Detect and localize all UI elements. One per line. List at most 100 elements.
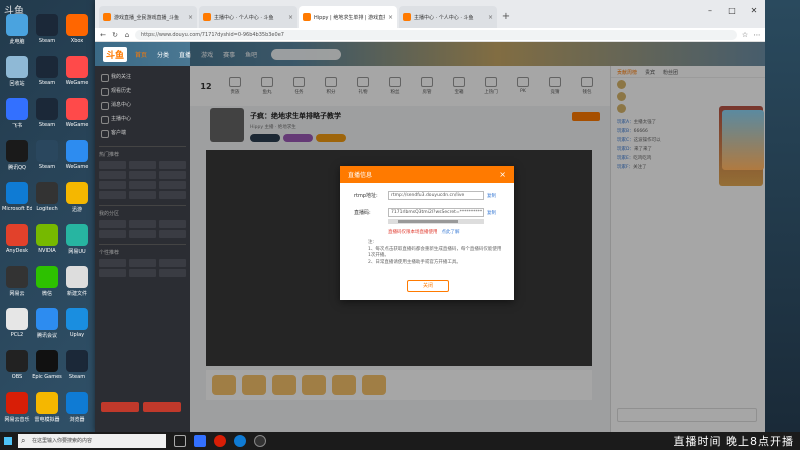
desktop-icon[interactable]: 网易UU <box>62 224 92 255</box>
app-icon <box>36 266 58 288</box>
site-nav-item[interactable]: 首页 <box>135 50 147 59</box>
desktop-icon[interactable]: AnyDesk <box>2 224 32 254</box>
back-icon[interactable]: ← <box>99 31 107 39</box>
desktop-icon-label: 雷电模拟器 <box>34 417 60 423</box>
app-icon <box>36 14 58 36</box>
obs-icon[interactable] <box>254 435 266 447</box>
start-button[interactable] <box>0 432 16 450</box>
window-controls: – □ ✕ <box>699 0 765 28</box>
desktop-icon[interactable]: Microsoft Edge <box>2 182 32 212</box>
site-logo[interactable]: 斗鱼 <box>103 46 128 62</box>
desktop-icon[interactable]: Steam <box>32 98 62 128</box>
help-link[interactable]: 点此了解 <box>442 229 460 235</box>
site-nav-item[interactable]: 分类 <box>157 50 169 59</box>
desktop-icon[interactable]: Logitech <box>32 182 62 212</box>
tab-title: Hippy | 绝地求生单排 | 游戏直播 <box>314 14 385 21</box>
sidebar-item[interactable]: 客户端 <box>99 126 186 140</box>
desktop-icon[interactable]: 飞书 <box>2 98 32 129</box>
tab-close-icon[interactable]: × <box>488 14 493 21</box>
tab-close-icon[interactable]: × <box>388 14 393 21</box>
game-ad[interactable] <box>722 110 764 170</box>
desktop-icon[interactable]: Steam <box>62 350 92 380</box>
desktop-icon[interactable]: 新建文件 <box>62 266 92 297</box>
new-tab-button[interactable]: + <box>499 6 513 28</box>
windows-icon <box>4 437 12 445</box>
app-icon <box>6 224 28 246</box>
desktop-icon-label: 腾讯会议 <box>36 333 57 339</box>
desktop-icon[interactable]: Uplay <box>62 308 92 338</box>
link-row: 直播码仅限本场直播使用 点此了解 <box>388 229 514 235</box>
app-icon <box>6 308 28 330</box>
minimize-icon[interactable]: – <box>699 0 721 28</box>
app-icon <box>36 224 58 246</box>
desktop-icon-label: Steam <box>38 38 56 44</box>
sidebar-btn-b[interactable] <box>143 402 181 412</box>
feishu-icon[interactable] <box>194 435 206 447</box>
app-icon <box>66 392 88 414</box>
desktop-icon-label: Logitech <box>36 206 58 212</box>
sidebar-item[interactable]: 消息中心 <box>99 98 186 112</box>
desktop-icon[interactable]: 迅游 <box>62 182 92 213</box>
desktop-icon-label: 飞书 <box>11 123 22 129</box>
edge-icon[interactable] <box>234 435 246 447</box>
desktop-icon[interactable]: Epic Games <box>32 350 62 380</box>
desktop-icon[interactable]: 微信 <box>32 266 62 297</box>
netease-icon[interactable] <box>214 435 226 447</box>
desktop-icon-label: 新建文件 <box>66 291 87 297</box>
maximize-icon[interactable]: □ <box>721 0 743 28</box>
desktop-icon[interactable]: Steam <box>32 56 62 86</box>
browser-tab[interactable]: 游戏直播_全民游戏直播_斗鱼 × <box>99 6 197 28</box>
tab-close-icon[interactable]: × <box>288 14 293 21</box>
desktop-icon[interactable]: OBS <box>2 350 32 380</box>
warn-link[interactable]: 直播码仅限本场直播使用 <box>388 229 438 235</box>
close-dialog-button[interactable]: 关闭 <box>407 280 449 292</box>
desktop-icon[interactable]: 雷电模拟器 <box>32 392 62 423</box>
desktop-icon[interactable]: WeGame <box>62 98 92 128</box>
desktop-icon[interactable]: 网易云 <box>2 266 32 297</box>
copy-rtmp-button[interactable]: 复制 <box>487 193 496 199</box>
favicon-icon <box>103 13 111 21</box>
field-scrollbar[interactable] <box>388 219 484 224</box>
star-icon[interactable]: ☆ <box>741 31 749 39</box>
app-icon <box>66 308 88 330</box>
sidebar-item[interactable]: 主播中心 <box>99 112 186 126</box>
desktop-icon[interactable]: WeGame <box>62 140 92 170</box>
url-field[interactable]: https://www.douyu.com/7171?dyshid=0-96b4… <box>135 29 737 40</box>
refresh-icon[interactable]: ↻ <box>111 31 119 39</box>
desktop-icon[interactable]: 腾讯会议 <box>32 308 62 339</box>
desktop-icon[interactable]: Steam <box>32 140 62 170</box>
home-icon[interactable]: ⌂ <box>123 31 131 39</box>
menu-icon[interactable]: ⋯ <box>753 31 761 39</box>
browser-tab[interactable]: 主播中心 · 个人中心 · 斗鱼 × <box>199 6 297 28</box>
note-line: 1、每次点击获取直播码都会重新生成直播码，每个直播码仅能使用1次开播。 <box>368 246 502 259</box>
tab-close-icon[interactable]: × <box>188 14 193 21</box>
code-field[interactable]: 7171rlbmsQ3tmi2l?wsSecret=********** <box>388 208 484 217</box>
tab-title: 主播中心 · 个人中心 · 斗鱼 <box>414 14 474 21</box>
desktop-icon-label: 迅游 <box>71 207 82 213</box>
desktop-icon[interactable]: 网易云音乐 <box>2 392 32 423</box>
browser-tab[interactable]: 主播中心 · 个人中心 · 斗鱼 × <box>399 6 497 28</box>
desktop-icon[interactable]: WeGame <box>62 56 92 86</box>
favicon-icon <box>303 13 311 21</box>
app-icon <box>6 182 28 204</box>
tab-bar: 游戏直播_全民游戏直播_斗鱼 × 主播中心 · 个人中心 · 斗鱼 × Hippy | … <box>95 0 765 28</box>
rtmp-field[interactable]: rtmp://sendfu3.douyucdn.cn/live <box>388 191 484 200</box>
app-icon <box>6 98 28 120</box>
desktop-icon[interactable]: Xbox <box>62 14 92 44</box>
desktop-icon[interactable]: NVIDIA <box>32 224 62 254</box>
desktop-icon[interactable]: PCL2 <box>2 308 32 338</box>
desktop-icon[interactable]: 回收站 <box>2 56 32 87</box>
sidebar-btn-a[interactable] <box>101 402 139 412</box>
sidebar-item[interactable]: 我的关注 <box>99 70 186 84</box>
desktop-icon[interactable]: 腾讯QQ <box>2 140 32 171</box>
taskbar-search[interactable]: 在这里输入你要搜索的内容 <box>18 434 166 448</box>
copy-code-button[interactable]: 复制 <box>487 210 496 216</box>
browser-tab[interactable]: Hippy | 绝地求生单排 | 游戏直播 × <box>299 6 397 28</box>
task-view-icon[interactable] <box>174 435 186 447</box>
close-window-icon[interactable]: ✕ <box>743 0 765 28</box>
close-icon[interactable]: × <box>499 170 506 179</box>
sidebar-item[interactable]: 观看历史 <box>99 84 186 98</box>
desktop-icon[interactable]: Steam <box>32 14 62 44</box>
desktop-icon[interactable]: 此电脑 <box>2 14 32 45</box>
desktop-icon[interactable]: 浏览器 <box>62 392 92 423</box>
